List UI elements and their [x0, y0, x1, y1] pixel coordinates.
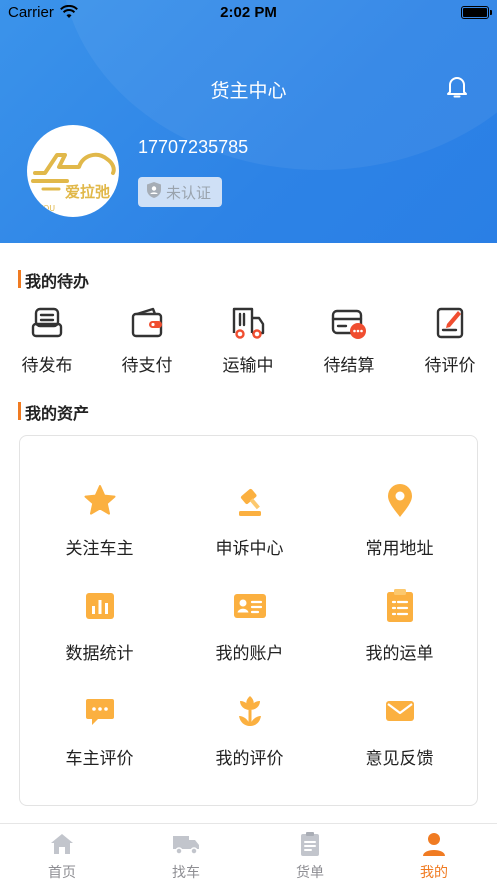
asset-label: 我的运单 [365, 644, 434, 664]
todo-item-pay[interactable]: 待支付 [97, 303, 197, 376]
asset-label: 我的账户 [215, 644, 284, 664]
bar-chart-icon [23, 586, 176, 626]
id-card-icon [173, 586, 326, 626]
star-icon [23, 481, 176, 521]
asset-label: 数据统计 [65, 644, 134, 664]
clock: 2:02 PM [220, 4, 277, 21]
clipboard-icon [323, 586, 476, 626]
logo-subtext: LAYOU [29, 204, 55, 213]
todo-label: 待评价 [424, 356, 476, 376]
location-pin-icon [323, 481, 476, 521]
user-icon [384, 830, 484, 858]
profile-header: Carrier 2:02 PM 货主中心 爱拉弛 LAYOU 177072357… [0, 0, 497, 243]
asset-label: 关注车主 [65, 539, 134, 559]
home-icon [12, 830, 112, 858]
tab-orders[interactable]: 货单 [260, 830, 360, 882]
notification-bell-icon[interactable] [444, 74, 470, 104]
todo-section-title: 我的待办 [18, 268, 89, 292]
status-bar: Carrier 2:02 PM [0, 0, 497, 26]
verification-status: 未认证 [166, 183, 212, 202]
publish-icon [0, 303, 97, 343]
wallet-icon [97, 303, 197, 343]
verification-badge[interactable]: 未认证 [138, 177, 222, 207]
edit-note-icon [400, 303, 497, 343]
asset-label: 申诉中心 [215, 539, 284, 559]
todo-label: 待发布 [21, 356, 73, 376]
tab-mine[interactable]: 我的 [384, 830, 484, 882]
todo-item-transit[interactable]: 运输中 [198, 303, 298, 376]
battery-icon [461, 6, 492, 19]
asset-item-feedback[interactable]: 意见反馈 [323, 691, 476, 769]
tab-home[interactable]: 首页 [12, 830, 112, 882]
chat-bubble-icon [23, 691, 176, 731]
tab-label: 货单 [296, 865, 324, 881]
asset-label: 我的评价 [215, 749, 284, 769]
tab-find-truck[interactable]: 找车 [136, 830, 236, 882]
asset-item-owner-review[interactable]: 车主评价 [23, 691, 176, 769]
todo-item-settle[interactable]: 待结算 [299, 303, 399, 376]
gavel-icon [173, 481, 326, 521]
todo-item-review[interactable]: 待评价 [400, 303, 497, 376]
asset-label: 常用地址 [365, 539, 434, 559]
page-title: 货主中心 [210, 80, 287, 102]
tab-label: 首页 [48, 865, 76, 881]
todo-item-publish[interactable]: 待发布 [0, 303, 97, 376]
tab-label: 我的 [420, 865, 448, 881]
todo-list: 待发布 待支付 运输中 待结算 待评价 [0, 303, 497, 383]
asset-item-follow[interactable]: 关注车主 [23, 481, 176, 559]
tab-bar: 首页 找车 货单 我的 [0, 823, 497, 883]
shield-user-icon [146, 181, 162, 203]
asset-label: 意见反馈 [365, 749, 434, 769]
truck-icon [136, 830, 236, 858]
mail-icon [323, 691, 476, 731]
todo-label: 待支付 [121, 356, 173, 376]
assets-card: 关注车主 申诉中心 常用地址 数据统计 我的账户 我的运单 车主评价 我的评价 … [19, 435, 478, 806]
asset-item-stats[interactable]: 数据统计 [23, 586, 176, 664]
asset-item-my-review[interactable]: 我的评价 [173, 691, 326, 769]
company-logo-icon: 爱拉弛 LAYOU [29, 152, 116, 213]
tab-label: 找车 [172, 865, 200, 881]
assets-section-title: 我的资产 [18, 400, 89, 424]
asset-item-waybill[interactable]: 我的运单 [323, 586, 476, 664]
asset-item-appeal[interactable]: 申诉中心 [173, 481, 326, 559]
todo-label: 待结算 [323, 356, 375, 376]
asset-item-address[interactable]: 常用地址 [323, 481, 476, 559]
phone-number: 17707235785 [138, 137, 249, 157]
settle-card-icon [299, 303, 399, 343]
truck-icon [198, 303, 298, 343]
todo-label: 运输中 [222, 356, 274, 376]
flower-icon [173, 691, 326, 731]
logo-text: 爱拉弛 [65, 183, 110, 201]
asset-label: 车主评价 [65, 749, 134, 769]
clipboard-icon [260, 830, 360, 858]
avatar[interactable]: 爱拉弛 LAYOU [27, 125, 119, 217]
asset-item-account[interactable]: 我的账户 [173, 586, 326, 664]
